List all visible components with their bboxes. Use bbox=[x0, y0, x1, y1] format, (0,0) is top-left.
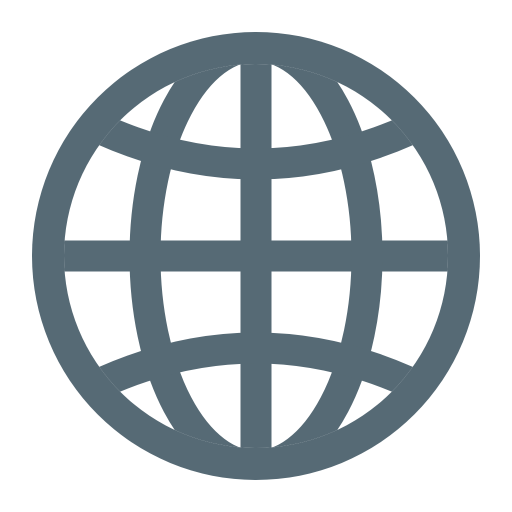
globe-icon bbox=[32, 32, 480, 480]
icon-canvas bbox=[0, 0, 512, 512]
